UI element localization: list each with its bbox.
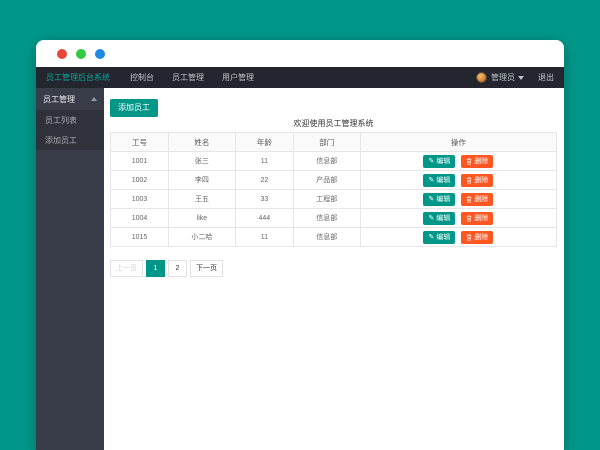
delete-icon (466, 234, 472, 241)
delete-icon (466, 177, 472, 184)
user-name: 管理员 (491, 73, 515, 82)
sidebar-item-add-employee[interactable]: 添加员工 (36, 130, 104, 150)
sidebar-item-employee-list[interactable]: 员工列表 (36, 110, 104, 130)
cell-employee-id: 1001 (111, 152, 169, 171)
cell-employee-name: 张三 (168, 152, 235, 171)
browser-window: 员工管理后台系统 控制台 员工管理 用户管理 管理员 退出 员工管理 员工列表 … (36, 40, 564, 450)
main-content: 添加员工 欢迎使用员工管理系统 工号 姓名 年龄 部门 操作 1001 张三 (104, 88, 564, 450)
table-row: 1015 小二哈 11 信息部 ✎编辑 删除 (111, 228, 557, 247)
minimize-window-icon[interactable] (76, 49, 86, 59)
sidebar-group-employee-mgmt[interactable]: 员工管理 (36, 88, 104, 110)
delete-button[interactable]: 删除 (461, 155, 493, 168)
delete-icon (466, 196, 472, 203)
column-header-actions: 操作 (360, 133, 556, 152)
column-header-dept: 部门 (293, 133, 360, 152)
table-row: 1004 like 444 信息部 ✎编辑 删除 (111, 209, 557, 228)
delete-button[interactable]: 删除 (461, 212, 493, 225)
table-row: 1001 张三 11 信息部 ✎编辑 删除 (111, 152, 557, 171)
pagination-prev-button[interactable]: 上一页 (110, 260, 143, 277)
table-header-row: 工号 姓名 年龄 部门 操作 (111, 133, 557, 152)
delete-button[interactable]: 删除 (461, 231, 493, 244)
browser-chrome-bar (36, 40, 564, 67)
delete-icon (466, 158, 472, 165)
cell-employee-age: 444 (235, 209, 293, 228)
delete-button[interactable]: 删除 (461, 193, 493, 206)
column-header-name: 姓名 (168, 133, 235, 152)
pagination-page-1-button[interactable]: 1 (146, 260, 165, 277)
edit-button[interactable]: ✎编辑 (423, 193, 455, 206)
edit-icon: ✎ (428, 158, 434, 165)
delete-button[interactable]: 删除 (461, 174, 493, 187)
cell-employee-name: like (168, 209, 235, 228)
table-row: 1002 李四 22 产品部 ✎编辑 删除 (111, 171, 557, 190)
edit-icon: ✎ (428, 215, 434, 222)
delete-icon (466, 215, 472, 222)
navbar-user-area: 管理员 退出 (476, 72, 554, 83)
cell-actions: ✎编辑 删除 (360, 228, 556, 247)
cell-employee-dept: 信息部 (293, 228, 360, 247)
edit-icon: ✎ (428, 234, 434, 241)
cell-employee-age: 22 (235, 171, 293, 190)
cell-employee-id: 1002 (111, 171, 169, 190)
chevron-down-icon (518, 76, 524, 80)
cell-employee-dept: 信息部 (293, 152, 360, 171)
column-header-age: 年龄 (235, 133, 293, 152)
cell-employee-dept: 信息部 (293, 209, 360, 228)
cell-actions: ✎编辑 删除 (360, 190, 556, 209)
employee-table: 工号 姓名 年龄 部门 操作 1001 张三 11 信息部 ✎编辑 删除 100… (110, 132, 557, 247)
pagination-page-2-button[interactable]: 2 (168, 260, 187, 277)
sidebar-group-label: 员工管理 (43, 94, 75, 105)
cell-employee-dept: 产品部 (293, 171, 360, 190)
cell-employee-age: 33 (235, 190, 293, 209)
pagination-next-button[interactable]: 下一页 (190, 260, 223, 277)
edit-icon: ✎ (428, 177, 434, 184)
add-employee-button[interactable]: 添加员工 (110, 99, 158, 117)
sidebar-submenu: 员工列表 添加员工 (36, 110, 104, 150)
logout-link[interactable]: 退出 (538, 72, 554, 83)
table-row: 1003 王五 33 工程部 ✎编辑 删除 (111, 190, 557, 209)
edit-button[interactable]: ✎编辑 (423, 155, 455, 168)
cell-employee-id: 1003 (111, 190, 169, 209)
nav-item-user-mgmt[interactable]: 用户管理 (222, 72, 254, 83)
app-brand[interactable]: 员工管理后台系统 (46, 72, 110, 83)
avatar (476, 72, 487, 83)
cell-employee-name: 李四 (168, 171, 235, 190)
chevron-up-icon (91, 97, 97, 101)
edit-button[interactable]: ✎编辑 (423, 231, 455, 244)
cell-employee-id: 1015 (111, 228, 169, 247)
cell-employee-age: 11 (235, 228, 293, 247)
sidebar: 员工管理 员工列表 添加员工 (36, 88, 104, 450)
cell-actions: ✎编辑 删除 (360, 171, 556, 190)
edit-icon: ✎ (428, 196, 434, 203)
nav-item-employee-mgmt[interactable]: 员工管理 (172, 72, 204, 83)
cell-employee-name: 小二哈 (168, 228, 235, 247)
employee-table-body: 1001 张三 11 信息部 ✎编辑 删除 1002 李四 22 产品部 ✎编辑… (111, 152, 557, 247)
cell-employee-id: 1004 (111, 209, 169, 228)
page-title: 欢迎使用员工管理系统 (110, 118, 557, 129)
maximize-window-icon[interactable] (95, 49, 105, 59)
pagination: 上一页 1 2 下一页 (110, 260, 557, 277)
cell-employee-age: 11 (235, 152, 293, 171)
top-navbar: 员工管理后台系统 控制台 员工管理 用户管理 管理员 退出 (36, 67, 564, 88)
edit-button[interactable]: ✎编辑 (423, 174, 455, 187)
close-window-icon[interactable] (57, 49, 67, 59)
edit-button[interactable]: ✎编辑 (423, 212, 455, 225)
user-menu[interactable]: 管理员 (491, 72, 524, 83)
cell-employee-dept: 工程部 (293, 190, 360, 209)
column-header-id: 工号 (111, 133, 169, 152)
nav-item-console[interactable]: 控制台 (130, 72, 154, 83)
cell-actions: ✎编辑 删除 (360, 152, 556, 171)
cell-actions: ✎编辑 删除 (360, 209, 556, 228)
cell-employee-name: 王五 (168, 190, 235, 209)
